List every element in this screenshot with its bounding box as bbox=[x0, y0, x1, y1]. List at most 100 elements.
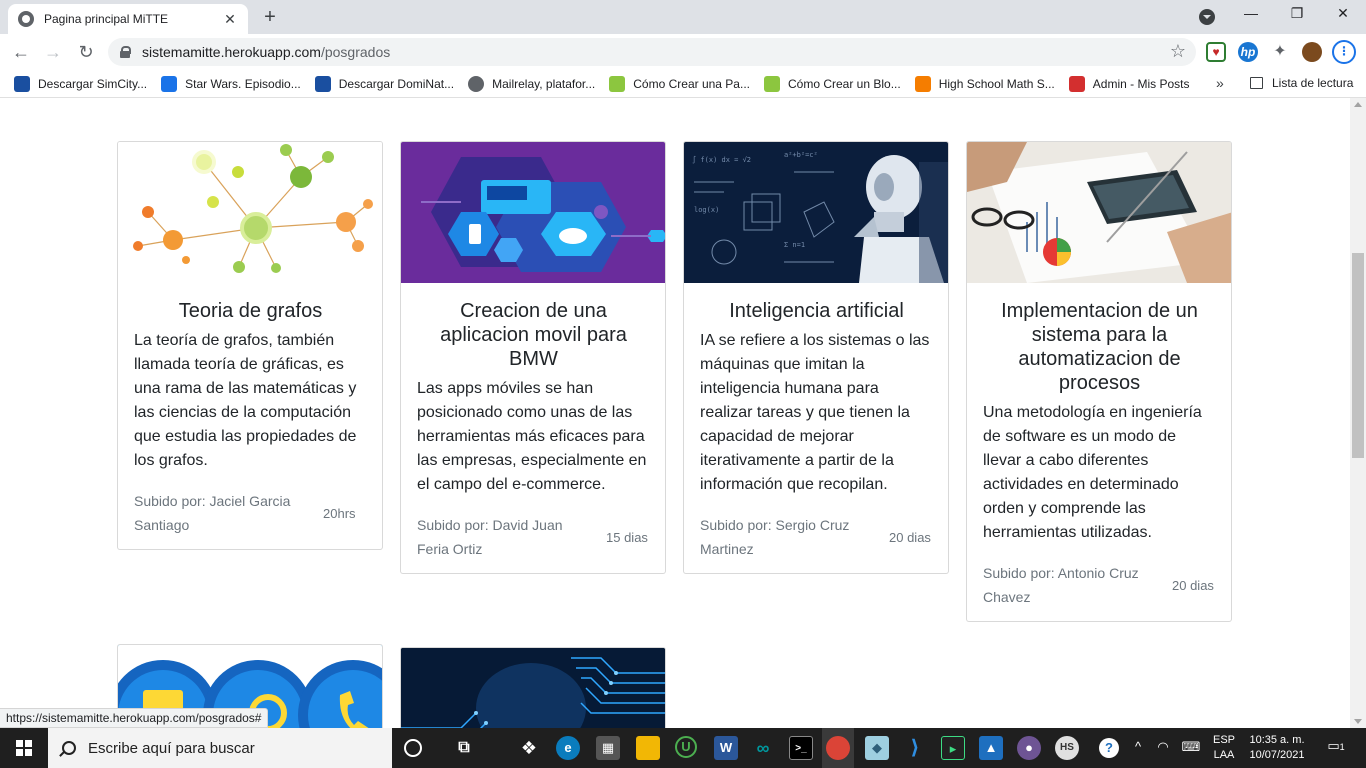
bookmark-star-icon[interactable]: ☆ bbox=[1170, 41, 1186, 62]
card-title: Inteligencia artificial bbox=[729, 300, 904, 322]
card-author: Subido por: Jaciel Garcia Santiago bbox=[134, 493, 291, 533]
posgrado-card[interactable]: ∫ f(x) dx = √2 a²+b²=c² log(x) Σ n=1 Intel… bbox=[683, 141, 949, 574]
card-image-app bbox=[401, 142, 665, 283]
store-icon[interactable]: ▦ bbox=[596, 736, 620, 760]
github-icon[interactable]: ● bbox=[1017, 736, 1041, 760]
bookmark-favicon-icon bbox=[468, 75, 485, 92]
terminal-icon[interactable]: >_ bbox=[789, 736, 813, 760]
tab-search-icon[interactable] bbox=[1199, 9, 1215, 25]
browser-toolbar: ← → ↻ sistemamitte.herokuapp.com/posgrad… bbox=[0, 34, 1366, 70]
brain-circuit-illustration bbox=[401, 648, 665, 728]
vscode-icon[interactable]: ⟩ bbox=[903, 736, 927, 760]
profile-avatar[interactable] bbox=[1302, 42, 1322, 62]
tab-close-icon[interactable]: ✕ bbox=[222, 11, 238, 28]
posgrado-card[interactable]: Teoria de grafos La teoría de grafos, ta… bbox=[117, 141, 383, 550]
hs-app-icon[interactable]: HS bbox=[1055, 736, 1079, 760]
task-view-icon[interactable]: ⧉ bbox=[452, 736, 476, 760]
bookmark-item[interactable]: Cómo Crear un Blo... bbox=[763, 75, 901, 92]
tray-expand-chevron-icon[interactable]: ^ bbox=[1129, 728, 1147, 768]
action-center-icon: ▭ bbox=[1327, 738, 1340, 753]
notifications-button[interactable]: ▭1 bbox=[1322, 728, 1350, 768]
reading-list-button[interactable]: Lista de lectura bbox=[1250, 76, 1353, 90]
bookmark-item[interactable]: Star Wars. Episodio... bbox=[161, 75, 301, 92]
card-description: Las apps móviles se han posicionado como… bbox=[417, 380, 647, 493]
reload-icon[interactable]: ↻ bbox=[75, 41, 97, 63]
posgrado-card[interactable]: Creacion de una aplicacion movil para BM… bbox=[400, 141, 666, 574]
help-icon[interactable]: ? bbox=[1099, 738, 1119, 758]
wifi-icon[interactable]: ◠ bbox=[1152, 728, 1174, 768]
bookmark-item[interactable]: Cómo Crear una Pa... bbox=[609, 75, 750, 92]
start-button[interactable] bbox=[0, 728, 48, 768]
dropbox-icon[interactable]: ❖ bbox=[517, 736, 541, 760]
word-icon[interactable]: W bbox=[714, 736, 738, 760]
bookmark-item[interactable]: Descargar DomiNat... bbox=[314, 75, 454, 92]
robot-illustration: ∫ f(x) dx = √2 a²+b²=c² log(x) Σ n=1 bbox=[692, 151, 948, 283]
scrollbar-thumb[interactable] bbox=[1352, 253, 1364, 458]
app-illustration bbox=[421, 157, 665, 272]
card-time: 20 dias bbox=[889, 529, 931, 545]
browser-tab-active[interactable]: Pagina principal MiTTE ✕ bbox=[8, 4, 248, 34]
card-author: Subido por: David Juan Feria Ortiz bbox=[417, 517, 563, 557]
svg-text:∫ f(x) dx = √2: ∫ f(x) dx = √2 bbox=[692, 155, 751, 164]
card-description: Una metodología en ingeniería de softwar… bbox=[983, 404, 1202, 541]
bookmark-item[interactable]: Descargar SimCity... bbox=[14, 75, 147, 92]
new-tab-button[interactable]: + bbox=[258, 6, 282, 29]
svg-text:Σ n=1: Σ n=1 bbox=[784, 241, 805, 249]
bookmark-favicon-icon bbox=[161, 75, 178, 92]
forward-arrow-icon[interactable]: → bbox=[42, 41, 64, 63]
link-status-bubble: https://sistemamitte.herokuapp.com/posgr… bbox=[0, 708, 269, 728]
tab-strip: Pagina principal MiTTE ✕ + — ❐ ✕ bbox=[0, 0, 1366, 34]
hp-extension-icon[interactable]: hp bbox=[1238, 42, 1258, 62]
card-footer: Subido por: Jaciel Garcia Santiago 20hrs bbox=[134, 489, 367, 537]
close-window-button[interactable]: ✕ bbox=[1328, 5, 1358, 22]
chrome-icon[interactable] bbox=[826, 736, 850, 760]
keyboard-icon[interactable]: ⌨ bbox=[1178, 728, 1204, 768]
back-arrow-icon[interactable]: ← bbox=[10, 41, 32, 63]
bookmark-favicon-icon bbox=[314, 75, 331, 92]
taskbar-search[interactable]: Escribe aquí para buscar bbox=[48, 728, 392, 768]
language-code: ESP bbox=[1212, 734, 1235, 746]
page-favicon-icon bbox=[18, 11, 34, 27]
card-image-business bbox=[967, 142, 1231, 283]
posgrado-card[interactable]: Implementacion de un sistema para la aut… bbox=[966, 141, 1232, 622]
chrome-menu-icon[interactable]: ⋮ bbox=[1332, 40, 1356, 64]
card-image-graph bbox=[118, 142, 382, 283]
cortana-icon[interactable] bbox=[404, 739, 422, 757]
notes-icon[interactable]: ◆ bbox=[865, 736, 889, 760]
graph-illustration bbox=[133, 144, 373, 273]
url-text[interactable]: sistemamitte.herokuapp.com/posgrados bbox=[142, 44, 390, 60]
lock-icon[interactable] bbox=[120, 46, 131, 58]
business-illustration bbox=[967, 142, 1231, 283]
bookmarks-overflow-button[interactable]: » bbox=[1216, 75, 1224, 91]
card-time: 20hrs bbox=[323, 505, 356, 521]
restore-button[interactable]: ❐ bbox=[1282, 5, 1312, 22]
posgrado-card[interactable] bbox=[400, 647, 666, 728]
edge-icon[interactable]: e bbox=[556, 736, 580, 760]
extensions-puzzle-icon[interactable]: ✦ bbox=[1270, 42, 1290, 62]
bookmark-item[interactable]: Mailrelay, platafor... bbox=[468, 75, 595, 92]
android-studio-icon[interactable]: ▸ bbox=[941, 736, 965, 760]
bookmark-favicon-icon bbox=[1068, 75, 1085, 92]
card-title: Creacion de una aplicacion movil para BM… bbox=[440, 300, 627, 370]
page-viewport: Teoria de grafos La teoría de grafos, ta… bbox=[0, 98, 1350, 728]
address-bar[interactable]: sistemamitte.herokuapp.com/posgrados ☆ bbox=[108, 38, 1196, 66]
scroll-up-arrow-icon[interactable] bbox=[1354, 102, 1362, 107]
bookmark-item[interactable]: High School Math S... bbox=[914, 75, 1055, 92]
scroll-down-arrow-icon[interactable] bbox=[1354, 719, 1362, 724]
page-scrollbar[interactable] bbox=[1350, 98, 1366, 728]
arduino-icon[interactable]: ∞ bbox=[751, 736, 775, 760]
reading-list-icon bbox=[1250, 77, 1263, 89]
bookmark-item[interactable]: Admin - Mis Posts bbox=[1068, 75, 1189, 92]
photos-icon[interactable]: ▲ bbox=[979, 736, 1003, 760]
language-indicator[interactable]: ESP LAA bbox=[1206, 728, 1242, 768]
file-explorer-icon[interactable] bbox=[636, 736, 660, 760]
search-icon bbox=[62, 741, 76, 755]
svg-text:a²+b²=c²: a²+b²=c² bbox=[784, 151, 818, 159]
card-title: Teoria de grafos bbox=[178, 300, 323, 322]
minimize-button[interactable]: — bbox=[1236, 5, 1266, 21]
pocket-extension-icon[interactable]: ♥ bbox=[1206, 42, 1226, 62]
card-author: Subido por: Antonio Cruz Chavez bbox=[983, 565, 1139, 605]
card-image-ai: ∫ f(x) dx = √2 a²+b²=c² log(x) Σ n=1 bbox=[684, 142, 948, 283]
clock[interactable]: 10:35 a. m. 10/07/2021 bbox=[1244, 728, 1310, 768]
upwork-icon[interactable]: U bbox=[675, 736, 697, 758]
